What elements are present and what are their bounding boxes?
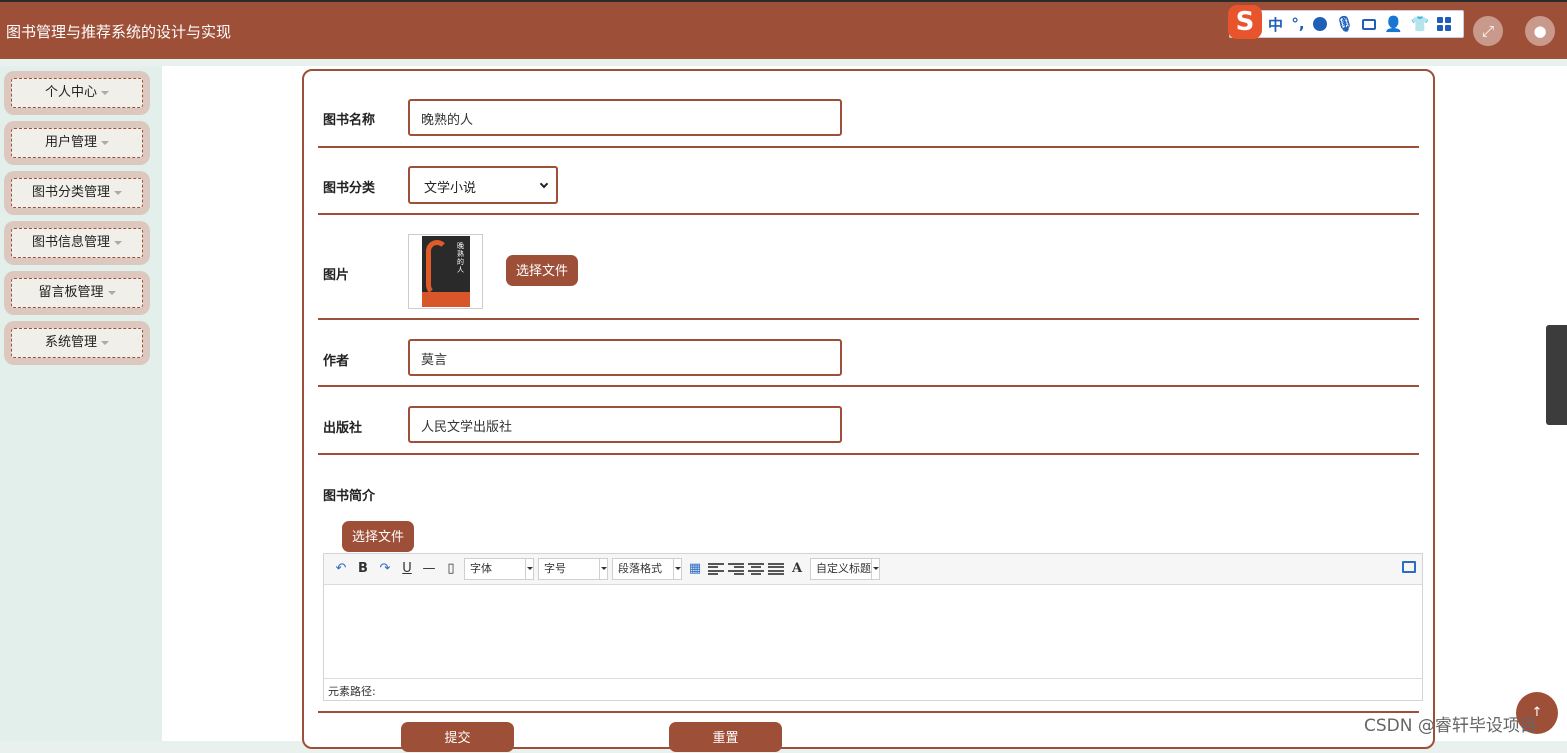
- caret-down-icon: [114, 240, 122, 245]
- sidebar-item-label: 系统管理: [44, 335, 97, 350]
- sidebar-item-label: 图书信息管理: [31, 235, 110, 250]
- ime-toolbar[interactable]: S 中 °, 🎙 👤 👕: [1228, 5, 1464, 39]
- publisher-input[interactable]: 人民文学出版社: [408, 406, 842, 443]
- divider: [318, 711, 1419, 713]
- top-header: 图书管理与推荐系统的设计与实现 S 中 °, 🎙 👤 👕 ⤢ ●: [0, 0, 1567, 59]
- book-cover-title: 晚熟的人: [457, 242, 464, 274]
- selected-category: 文学小说: [424, 181, 477, 196]
- caret-down-icon: [101, 340, 109, 345]
- sidebar-item-personal-center[interactable]: 个人中心: [4, 71, 150, 115]
- intro-label: 图书简介: [323, 489, 376, 504]
- align-center-icon[interactable]: [748, 563, 764, 575]
- app-title: 图书管理与推荐系统的设计与实现: [6, 23, 232, 41]
- sidebar-item-label: 用户管理: [44, 135, 97, 150]
- font-size-select[interactable]: 字号: [538, 558, 608, 580]
- font-family-select[interactable]: 字体: [464, 558, 534, 580]
- book-name-input[interactable]: 晚熟的人: [408, 99, 842, 136]
- font-size-value: 字号: [544, 562, 566, 575]
- image-label: 图片: [323, 268, 350, 283]
- user-avatar-icon[interactable]: ●: [1525, 16, 1555, 46]
- horizontal-rule-button[interactable]: —: [420, 560, 438, 578]
- caret-down-icon: [101, 90, 109, 95]
- user-skin-icon[interactable]: 👤: [1384, 15, 1403, 33]
- document-icon[interactable]: ▯: [442, 560, 460, 578]
- reset-button[interactable]: 重置: [669, 722, 782, 752]
- preview-icon[interactable]: [1402, 561, 1416, 573]
- font-family-value: 字体: [470, 562, 492, 575]
- font-color-button[interactable]: A: [788, 560, 806, 578]
- ime-punct-toggle[interactable]: °,: [1291, 15, 1305, 33]
- book-category-label: 图书分类: [323, 181, 376, 196]
- sidebar-item-user-management[interactable]: 用户管理: [4, 121, 150, 165]
- divider: [318, 213, 1419, 215]
- choose-image-button[interactable]: 选择文件: [506, 255, 579, 286]
- emoji-icon[interactable]: [1313, 17, 1328, 31]
- sogou-logo-icon[interactable]: S: [1228, 5, 1262, 39]
- book-category-select[interactable]: 文学小说: [408, 166, 558, 204]
- rich-text-editor: ↶ B ↷ U — ▯ 字体 字号 段落格式 ▦ A 自定义标题 元素路径:: [323, 553, 1423, 701]
- element-path-bar: 元素路径:: [324, 678, 1422, 700]
- align-justify-icon[interactable]: [768, 563, 784, 575]
- author-label: 作者: [323, 354, 350, 369]
- microphone-icon[interactable]: 🎙: [1335, 15, 1354, 33]
- book-cover-image: 晚熟的人: [422, 236, 470, 307]
- caret-down-icon: [101, 140, 109, 145]
- intro-upload-button[interactable]: 选择文件: [342, 521, 415, 552]
- caret-down-icon: [107, 290, 116, 295]
- book-name-label: 图书名称: [323, 113, 376, 128]
- author-input[interactable]: 莫言: [408, 339, 842, 376]
- publisher-label: 出版社: [323, 421, 363, 436]
- book-cover-thumbnail: 晚熟的人: [408, 234, 483, 309]
- expand-icon[interactable]: ⤢: [1473, 16, 1503, 46]
- caret-down-icon: [114, 190, 122, 195]
- sidebar-item-message-board[interactable]: 留言板管理: [4, 271, 150, 315]
- table-icon[interactable]: ▦: [686, 560, 704, 578]
- sidebar-item-book-management[interactable]: 图书信息管理: [4, 221, 150, 265]
- ime-lang-toggle[interactable]: 中: [1268, 14, 1283, 35]
- keyboard-icon[interactable]: [1362, 18, 1377, 30]
- paragraph-format-value: 段落格式: [618, 562, 662, 575]
- bold-button[interactable]: B: [354, 560, 372, 578]
- editor-content-area[interactable]: [324, 586, 1422, 679]
- apps-grid-icon[interactable]: [1437, 17, 1452, 31]
- custom-title-value: 自定义标题: [816, 562, 871, 575]
- divider: [318, 453, 1419, 455]
- sidebar-item-system-management[interactable]: 系统管理: [4, 321, 150, 365]
- editor-toolbar: ↶ B ↷ U — ▯ 字体 字号 段落格式 ▦ A 自定义标题: [324, 554, 1422, 585]
- shirt-icon[interactable]: 👕: [1411, 15, 1430, 33]
- chevron-down-icon: [539, 179, 549, 189]
- paragraph-format-select[interactable]: 段落格式: [612, 558, 682, 580]
- sidebar: 个人中心 用户管理 图书分类管理 图书信息管理 留言板管理 系统管理: [0, 66, 162, 741]
- align-right-icon[interactable]: [728, 563, 744, 575]
- sidebar-item-label: 图书分类管理: [31, 185, 110, 200]
- sidebar-item-label: 留言板管理: [38, 285, 104, 300]
- custom-title-select[interactable]: 自定义标题: [810, 558, 880, 580]
- undo-icon[interactable]: ↶: [332, 560, 350, 578]
- watermark-text: CSDN @睿轩毕设项目: [1364, 716, 1537, 736]
- submit-button[interactable]: 提交: [401, 722, 514, 752]
- divider: [318, 318, 1419, 320]
- divider: [318, 146, 1419, 148]
- side-panel-handle[interactable]: [1546, 325, 1567, 425]
- align-left-icon[interactable]: [708, 563, 724, 575]
- underline-button[interactable]: U: [398, 560, 416, 578]
- redo-icon[interactable]: ↷: [376, 560, 394, 578]
- divider: [318, 385, 1419, 387]
- sidebar-item-category-management[interactable]: 图书分类管理: [4, 171, 150, 215]
- sidebar-item-label: 个人中心: [44, 85, 97, 100]
